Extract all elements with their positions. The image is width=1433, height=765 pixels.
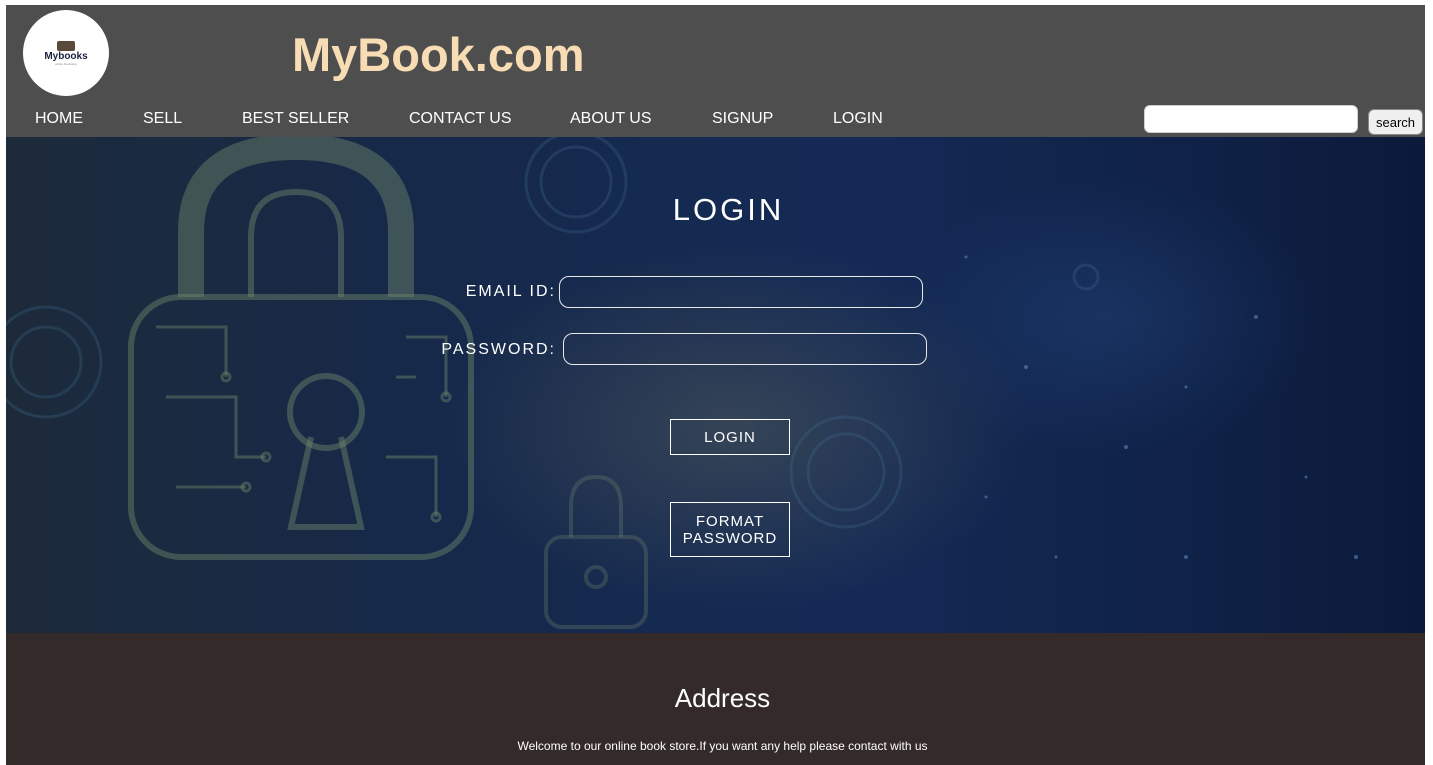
email-label: EMAIL ID: xyxy=(465,283,556,300)
password-label: PASSWORD: xyxy=(441,341,556,358)
site-title: MyBook.com xyxy=(292,28,585,81)
site-logo[interactable]: Mybooks online bookstore xyxy=(23,10,109,96)
nav-contact-us[interactable]: CONTACT US xyxy=(409,110,512,128)
book-icon xyxy=(57,40,75,51)
header: Mybooks online bookstore MyBook.com HOME… xyxy=(6,5,1425,137)
footer: Address Welcome to our online book store… xyxy=(6,633,1425,765)
login-title: LOGIN xyxy=(672,192,785,227)
login-hero: LOGIN EMAIL ID: PASSWORD: LOGIN FORMAT PA… xyxy=(6,137,1425,633)
page: Mybooks online bookstore MyBook.com HOME… xyxy=(6,5,1425,765)
login-button-label: LOGIN xyxy=(704,428,756,446)
search-button[interactable]: search xyxy=(1368,109,1423,135)
nav-home[interactable]: HOME xyxy=(35,110,83,128)
password-field[interactable] xyxy=(563,333,927,365)
nav-about-us[interactable]: ABOUT US xyxy=(570,110,652,128)
logo-tagline: online bookstore xyxy=(54,61,77,66)
footer-text: Welcome to our online book store.If you … xyxy=(517,739,928,753)
format-password-button[interactable]: FORMAT PASSWORD xyxy=(670,502,790,557)
format-button-line2: PASSWORD xyxy=(682,529,778,547)
nav-sell[interactable]: SELL xyxy=(143,110,182,128)
nav-best-seller[interactable]: BEST SELLER xyxy=(242,110,349,128)
search-input[interactable] xyxy=(1144,105,1358,133)
footer-title: Address xyxy=(674,683,771,713)
logo-text: Mybooks xyxy=(44,50,88,62)
nav-signup[interactable]: SIGNUP xyxy=(712,110,773,128)
nav-login[interactable]: LOGIN xyxy=(833,110,883,128)
login-button[interactable]: LOGIN xyxy=(670,419,790,455)
email-field[interactable] xyxy=(559,276,923,308)
format-button-line1: FORMAT xyxy=(695,512,765,530)
